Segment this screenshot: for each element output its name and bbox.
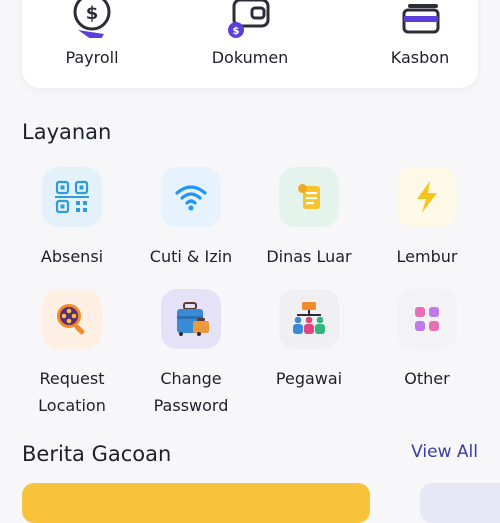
service-tile [42,167,102,227]
service-label-line2: Location [38,396,106,415]
service-label: Cuti & Izin [149,247,233,266]
wallet-icon: $ [228,0,270,38]
scroll-icon [298,184,320,209]
svg-text:$: $ [86,3,99,24]
quick-menu-card: $ Payroll $ Dokumen Kasbon [22,0,478,88]
service-tile [161,289,221,349]
service-label: Other [404,369,450,388]
quick-menu-dokumen[interactable]: $ Dokumen [180,0,320,88]
news-title: Berita Gacoan [22,442,172,466]
service-pegawai[interactable]: Pegawai [250,289,368,392]
service-request-location[interactable]: Request Location [13,289,131,419]
qr-code-icon [55,180,89,214]
film-search-icon [57,304,85,335]
service-label-line1: Request [39,369,105,388]
service-tile [279,167,339,227]
service-label: Lembur [396,247,458,266]
service-tile [397,289,457,349]
service-label: Request Location [13,365,131,419]
view-all-link[interactable]: View All [411,442,478,462]
service-absensi[interactable]: Absensi [13,167,131,270]
service-label-line1: Change [160,369,222,388]
service-other[interactable]: Other [368,289,486,392]
service-label: Dinas Luar [266,247,352,266]
service-cuti-izin[interactable]: Cuti & Izin [132,167,250,270]
payroll-icon: $ [73,0,111,38]
service-label: Change Password [132,365,250,419]
grid-icon [415,307,439,331]
service-tile [279,289,339,349]
news-banner[interactable] [420,483,500,523]
service-tile [161,167,221,227]
quick-menu-payroll[interactable]: $ Payroll [22,0,162,88]
service-change-password[interactable]: Change Password [132,289,250,419]
service-label-line2: Password [153,396,229,415]
quick-menu-label: Dokumen [211,48,289,67]
services-title: Layanan [22,120,112,144]
svg-text:$: $ [233,26,240,37]
quick-menu-label: Payroll [65,48,119,67]
quick-menu-label: Kasbon [390,48,450,67]
quick-menu-kasbon[interactable]: Kasbon [350,0,490,88]
team-icon [293,302,325,334]
news-banner[interactable] [22,483,370,523]
service-dinas-luar[interactable]: Dinas Luar [250,167,368,270]
service-label: Absensi [40,247,104,266]
service-lembur[interactable]: Lembur [368,167,486,270]
service-label: Pegawai [275,369,343,388]
lightning-icon [417,181,437,213]
luggage-icon [177,302,209,336]
service-tile [42,289,102,349]
service-tile [397,167,457,227]
card-icon [402,4,440,34]
wifi-icon [175,185,207,211]
